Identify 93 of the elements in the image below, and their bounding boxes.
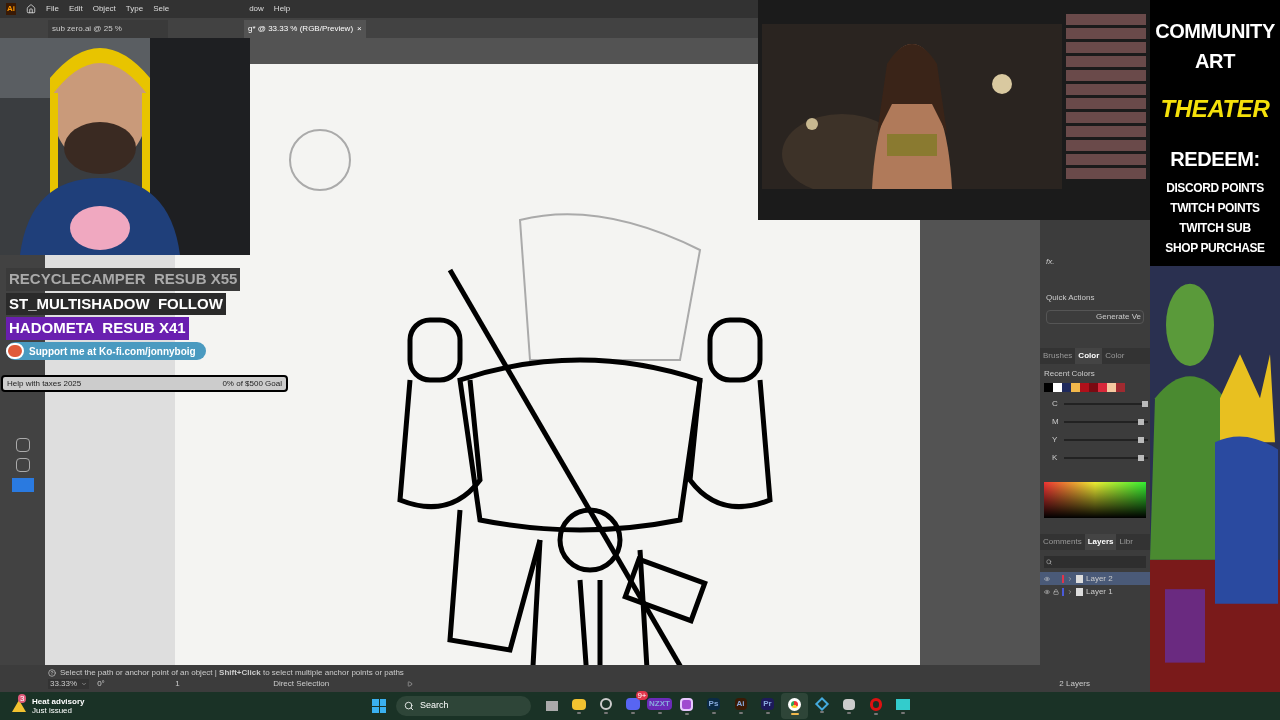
slider-label: C xyxy=(1052,398,1058,410)
app-icon[interactable]: Pr xyxy=(761,698,774,710)
notification-badge: 3 xyxy=(18,694,27,703)
color-swatch[interactable] xyxy=(1080,383,1089,392)
generate-button[interactable]: Generate Ve xyxy=(1046,310,1144,324)
layer-name: Layer 1 xyxy=(1086,585,1113,598)
color-slider[interactable] xyxy=(1064,437,1148,443)
color-swatch[interactable] xyxy=(1062,383,1071,392)
panel-heading: Recent Colors xyxy=(1043,368,1096,380)
goal-reading: 0% of $500 Goal xyxy=(222,377,282,390)
slider-thumb[interactable] xyxy=(1138,419,1145,425)
home-icon[interactable] xyxy=(26,4,36,14)
promo-text: TWITCH POINTS xyxy=(1170,200,1260,217)
layer-name: Layer 2 xyxy=(1086,572,1113,585)
layers-count: 2 Layers xyxy=(1059,679,1090,689)
promo-text: ART xyxy=(1195,49,1235,74)
panel-tab[interactable]: Libr xyxy=(1116,534,1136,550)
promo-text: TWITCH SUB xyxy=(1179,220,1251,237)
panel-tab[interactable]: Layers xyxy=(1084,534,1117,550)
panel-tab[interactable]: Brushes xyxy=(1040,348,1076,364)
page-field[interactable]: 1 xyxy=(175,679,206,689)
promo-text: THEATER xyxy=(1160,94,1270,124)
menu-item[interactable]: Edit xyxy=(68,3,83,15)
alert-text: HADOMETA RESUB X41 xyxy=(6,317,189,340)
eye-icon xyxy=(1044,575,1050,582)
color-slider[interactable] xyxy=(1064,455,1148,461)
search-field[interactable]: Search xyxy=(396,696,531,716)
caret-icon xyxy=(81,681,88,687)
color-swatch[interactable] xyxy=(1053,383,1062,392)
tool-icon[interactable] xyxy=(15,458,30,472)
record-icon[interactable] xyxy=(599,698,612,710)
tool-icon[interactable] xyxy=(11,478,34,492)
app-logo: Ai xyxy=(6,3,16,15)
help-icon xyxy=(48,669,56,677)
document-tab[interactable]: sub zero.ai @ 25 % xyxy=(48,20,168,38)
fx-label: fx. xyxy=(1045,256,1056,268)
panel-tab[interactable]: Color xyxy=(1102,348,1128,364)
weather-title: Heat advisory xyxy=(32,697,85,706)
color-spectrum[interactable] xyxy=(1044,482,1146,518)
layer-row[interactable]: Layer 2 xyxy=(1040,572,1150,585)
weather-subtitle: Just issued xyxy=(32,706,74,715)
promo-text: COMMUNITY xyxy=(1155,19,1275,44)
tool-name: Direct Selection xyxy=(273,679,330,689)
slider-thumb[interactable] xyxy=(1138,455,1145,461)
color-swatch[interactable] xyxy=(1107,383,1116,392)
goal-title: Help with taxes 2025 xyxy=(7,377,82,390)
slider-label: M xyxy=(1052,416,1058,428)
play-icon[interactable] xyxy=(407,681,414,687)
panel-heading: Quick Actions xyxy=(1045,292,1096,304)
start-icon[interactable] xyxy=(372,699,386,713)
folder-icon[interactable] xyxy=(571,698,586,710)
menu-item[interactable]: Object xyxy=(92,3,116,15)
menu-item[interactable]: Help xyxy=(273,3,291,15)
panel-tab[interactable]: Color xyxy=(1075,348,1103,364)
alert-text: ST_MULTISHADOW FOLLOW xyxy=(6,292,226,315)
chat-window-icon[interactable] xyxy=(895,698,910,710)
menu-item[interactable]: File xyxy=(46,3,59,15)
menu-item[interactable]: Type xyxy=(125,3,144,15)
browser-icon[interactable] xyxy=(788,697,801,711)
layer-search-field[interactable] xyxy=(1044,556,1146,568)
promo-text: SHOP PURCHASE xyxy=(1165,240,1265,257)
menu-item[interactable]: dow xyxy=(249,3,264,15)
color-slider[interactable] xyxy=(1064,419,1148,425)
color-slider[interactable] xyxy=(1064,401,1148,407)
menu-item[interactable]: Sele xyxy=(153,3,170,15)
layer-row[interactable]: Layer 1 xyxy=(1040,585,1150,598)
slider-label: Y xyxy=(1052,434,1058,446)
eye-icon xyxy=(1044,588,1050,595)
rotation-dropdown[interactable]: 0° xyxy=(97,679,138,689)
search-icon xyxy=(404,701,414,711)
status-hint: Select the path or anchor point of an object | Shift+Click to select multiple anchor points or paths xyxy=(60,668,404,678)
lock-icon xyxy=(1053,588,1059,595)
alert-text: RECYCLECAMPER RESUB X55 xyxy=(6,268,241,291)
slider-label: K xyxy=(1052,452,1058,464)
document-tab[interactable]: g* @ 33.33 % (RGB/Preview) × xyxy=(244,20,366,38)
tool-icon[interactable] xyxy=(15,438,30,452)
promo-text: REDEEM: xyxy=(1170,147,1260,172)
slider-thumb[interactable] xyxy=(1138,437,1145,443)
notification-badge: 9+ xyxy=(636,691,648,700)
color-swatch[interactable] xyxy=(1044,383,1053,392)
color-swatch[interactable] xyxy=(1116,383,1125,392)
color-swatch[interactable] xyxy=(1098,383,1107,392)
app-icon[interactable]: Ps xyxy=(706,698,721,710)
search-icon xyxy=(1046,559,1052,565)
slider-thumb[interactable] xyxy=(1142,401,1148,407)
color-swatch[interactable] xyxy=(1089,383,1098,392)
zoom-dropdown[interactable]: 33.33% xyxy=(48,679,90,689)
color-swatch[interactable] xyxy=(1071,383,1080,392)
promo-text: DISCORD POINTS xyxy=(1166,180,1264,197)
chat-app-icon[interactable] xyxy=(625,698,640,710)
panel-tab[interactable]: Comments xyxy=(1040,534,1085,550)
close-icon[interactable]: × xyxy=(357,23,362,35)
app-icon[interactable]: Ai xyxy=(734,698,747,710)
